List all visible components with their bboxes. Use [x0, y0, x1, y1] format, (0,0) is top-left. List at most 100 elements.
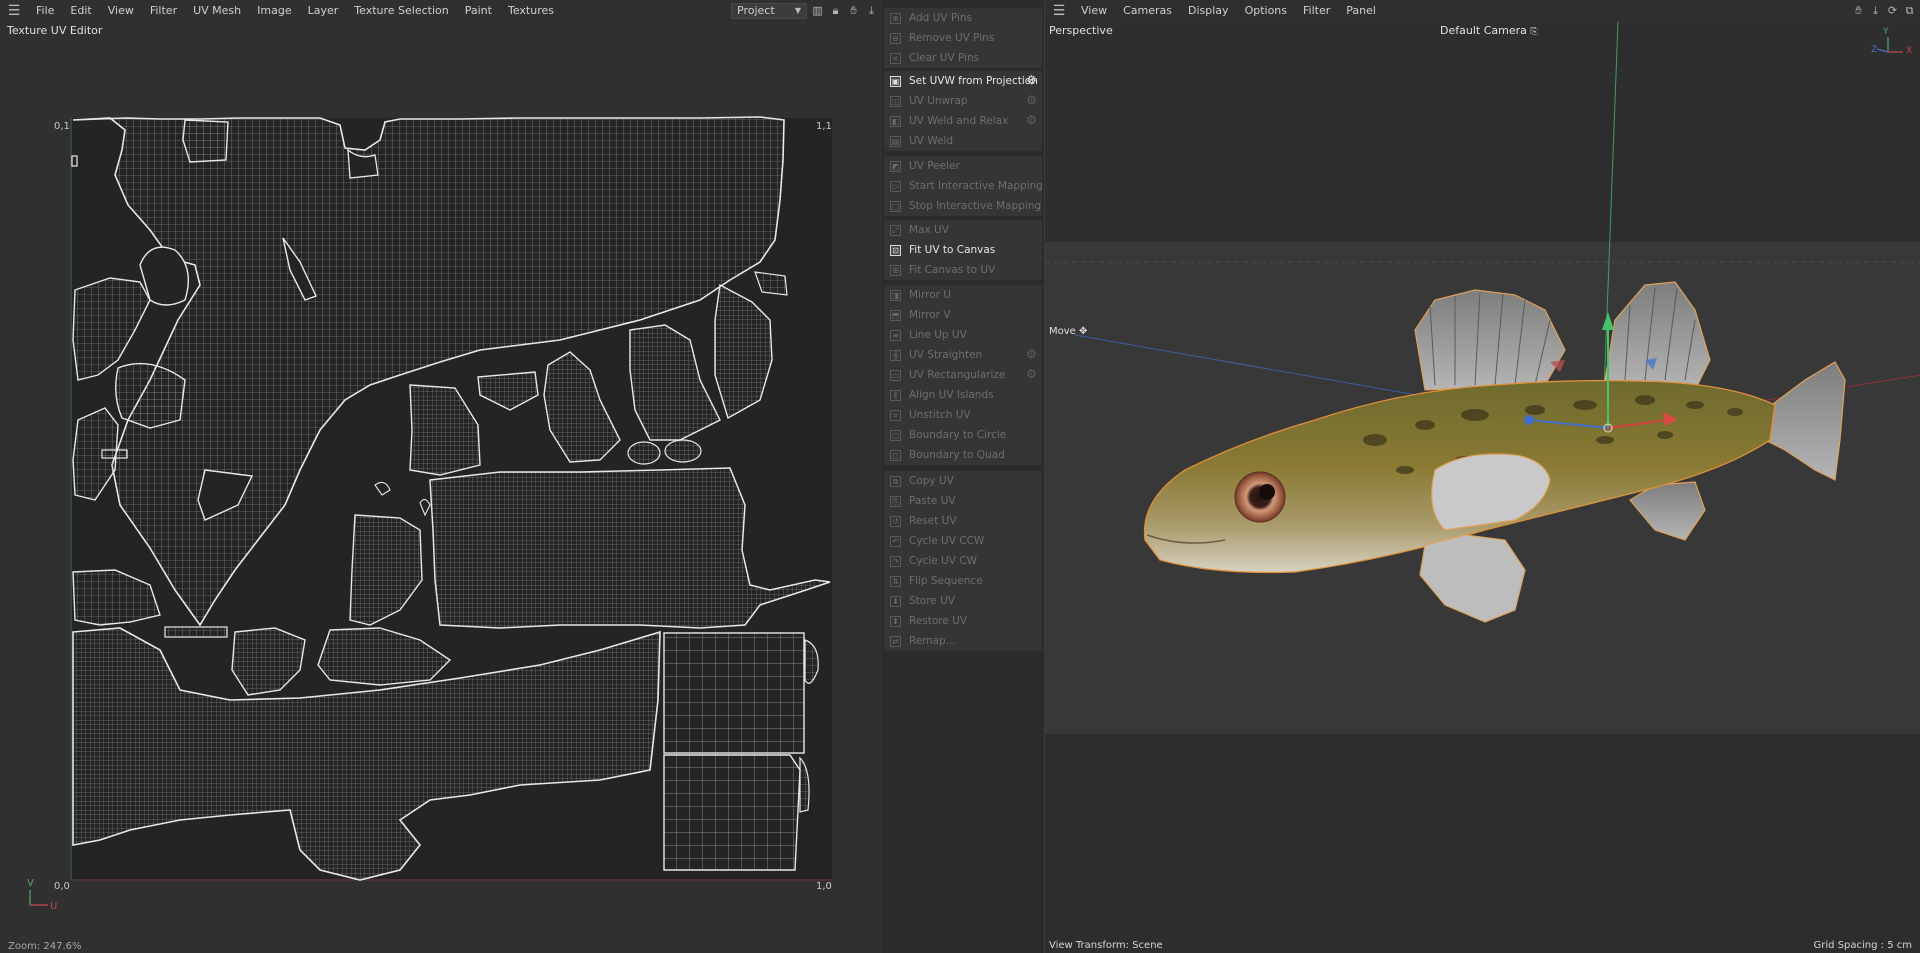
uv-island[interactable]	[164, 626, 228, 638]
command-flip-sequence[interactable]: ⇅ Flip Sequence	[884, 571, 1042, 591]
uv-island[interactable]	[804, 639, 819, 684]
uv-island[interactable]	[72, 569, 161, 626]
orientation-z-label: Z	[1871, 45, 1878, 55]
tail-fin	[1764, 361, 1846, 481]
command-uv-rectangularize[interactable]: ▭ UV Rectangularize ⚙	[884, 365, 1042, 385]
uv-island[interactable]	[663, 632, 805, 754]
command-restore-uv[interactable]: ⬆ Restore UV	[884, 611, 1042, 631]
command-label: Store UV	[909, 595, 955, 607]
fish-eye	[1234, 471, 1286, 523]
command-label: Cycle UV CCW	[909, 535, 985, 547]
align-icon: ⫼	[890, 389, 901, 401]
command-remove-uv-pins[interactable]: ⊖ Remove UV Pins	[884, 28, 1042, 48]
dorsal-fin-rear	[1604, 281, 1711, 391]
command-label: Boundary to Circle	[909, 429, 1007, 441]
command-mirror-v[interactable]: ⬒ Mirror V	[884, 305, 1042, 325]
cycle-cw-icon: ↷	[890, 555, 901, 567]
weld-icon: ▤	[890, 135, 901, 147]
command-label: Restore UV	[909, 615, 968, 627]
straighten-icon: ╫	[890, 349, 901, 361]
command-stop-interactive-mapping[interactable]: □ Stop Interactive Mapping	[884, 196, 1042, 216]
uv-island[interactable]	[477, 371, 539, 411]
camera-label[interactable]: Default Camera ⎘	[1440, 24, 1538, 37]
uv-island[interactable]	[543, 351, 621, 463]
command-set-uvw-from-projection[interactable]: ▣ Set UVW from Projection ⚙	[884, 71, 1042, 91]
uv-island[interactable]	[429, 467, 831, 629]
command-label: UV Weld	[909, 135, 954, 147]
gear-icon[interactable]: ⚙	[1025, 94, 1038, 107]
command-label: Add UV Pins	[909, 12, 973, 24]
cycle-ccw-icon: ↶	[890, 535, 901, 547]
command-boundary-to-circle[interactable]: ○ Boundary to Circle	[884, 425, 1042, 445]
uv-island[interactable]	[374, 481, 391, 496]
command-uv-unwrap[interactable]: ◫ UV Unwrap ⚙	[884, 91, 1042, 111]
uv-island[interactable]	[629, 324, 721, 441]
quad-icon: ◻	[890, 449, 901, 461]
command-label: Reset UV	[909, 515, 957, 527]
uv-corner-bottom-right: 1,0	[816, 881, 832, 892]
command-mirror-u[interactable]: ◨ Mirror U	[884, 285, 1042, 305]
uv-island[interactable]	[317, 627, 452, 686]
uv-island[interactable]	[101, 449, 128, 459]
uv-island[interactable]	[115, 362, 186, 429]
command-add-uv-pins[interactable]: ⊕ Add UV Pins	[884, 8, 1042, 28]
uv-island[interactable]	[71, 155, 78, 167]
uv-island[interactable]	[409, 384, 481, 476]
gizmo-z-handle[interactable]	[1524, 415, 1534, 425]
command-paste-uv[interactable]: ⎘ Paste UV	[884, 491, 1042, 511]
command-uv-peeler[interactable]: ◩ UV Peeler	[884, 156, 1042, 176]
command-boundary-to-quad[interactable]: ◻ Boundary to Quad	[884, 445, 1042, 465]
command-label: Mirror U	[909, 289, 951, 301]
command-label: Align UV Islands	[909, 389, 994, 401]
uv-island[interactable]	[664, 439, 702, 463]
uv-island[interactable]	[799, 756, 810, 813]
command-cycle-uv-ccw[interactable]: ↶ Cycle UV CCW	[884, 531, 1042, 551]
command-label: Copy UV	[909, 475, 954, 487]
command-uv-weld-and-relax[interactable]: ◧ UV Weld and Relax ⚙	[884, 111, 1042, 131]
gizmo-y-arrowhead[interactable]	[1602, 312, 1614, 330]
eye-pupil	[1259, 484, 1275, 500]
uv-island[interactable]	[182, 119, 229, 163]
uv-island[interactable]	[231, 627, 306, 696]
view-transform-status: View Transform: Scene	[1049, 940, 1163, 951]
command-uv-weld[interactable]: ▤ UV Weld	[884, 131, 1042, 151]
restore-icon: ⬆	[890, 615, 901, 627]
command-line-up-uv[interactable]: ≡ Line Up UV	[884, 325, 1042, 345]
gear-icon[interactable]: ⚙	[1025, 348, 1038, 361]
command-reset-uv[interactable]: ↺ Reset UV	[884, 511, 1042, 531]
uv-island[interactable]	[627, 441, 661, 465]
command-copy-uv[interactable]: ⧉ Copy UV	[884, 471, 1042, 491]
gear-icon[interactable]: ⚙	[1025, 74, 1038, 87]
store-icon: ⬇	[890, 595, 901, 607]
command-align-uv-islands[interactable]: ⫼ Align UV Islands	[884, 385, 1042, 405]
camera-icon: ⎘	[1530, 27, 1538, 37]
uv-island[interactable]	[349, 514, 423, 626]
gear-icon[interactable]: ⚙	[1025, 114, 1038, 127]
pin-icon: ⊕	[890, 12, 901, 24]
uv-corner-bottom-left: 0,0	[54, 881, 70, 892]
uv-unwrap-group: ▣ Set UVW from Projection ⚙ ◫ UV Unwrap ⚙ ◧ UV …	[884, 71, 1042, 151]
command-unstitch-uv[interactable]: ⌗ Unstitch UV	[884, 405, 1042, 425]
command-store-uv[interactable]: ⬇ Store UV	[884, 591, 1042, 611]
pin-remove-icon: ⊖	[890, 32, 901, 44]
uv-island[interactable]	[754, 271, 788, 296]
uv-island[interactable]	[714, 283, 773, 420]
fit-canvas-icon: ⊡	[890, 244, 901, 256]
command-label: Cycle UV CW	[909, 555, 977, 567]
command-clear-uv-pins[interactable]: × Clear UV Pins	[884, 48, 1042, 68]
uv-island[interactable]	[419, 498, 431, 517]
command-max-uv[interactable]: ⤢ Max UV	[884, 220, 1042, 240]
viewport-projection-label[interactable]: Perspective	[1049, 24, 1113, 37]
command-start-interactive-mapping[interactable]: ▷ Start Interactive Mapping	[884, 176, 1043, 196]
command-remap[interactable]: ⇄ Remap...	[884, 631, 1042, 651]
flip-icon: ⇅	[890, 575, 901, 587]
command-uv-straighten[interactable]: ╫ UV Straighten ⚙	[884, 345, 1042, 365]
max-icon: ⤢	[890, 224, 901, 236]
command-fit-uv-to-canvas[interactable]: ⊡ Fit UV to Canvas	[884, 240, 1042, 260]
uv-island[interactable]	[663, 754, 801, 871]
gear-icon[interactable]: ⚙	[1025, 368, 1038, 381]
command-cycle-uv-cw[interactable]: ↷ Cycle UV CW	[884, 551, 1042, 571]
v-axis-label: V	[27, 878, 34, 889]
command-label: Line Up UV	[909, 329, 967, 341]
command-fit-canvas-to-uv[interactable]: ⊞ Fit Canvas to UV	[884, 260, 1042, 280]
